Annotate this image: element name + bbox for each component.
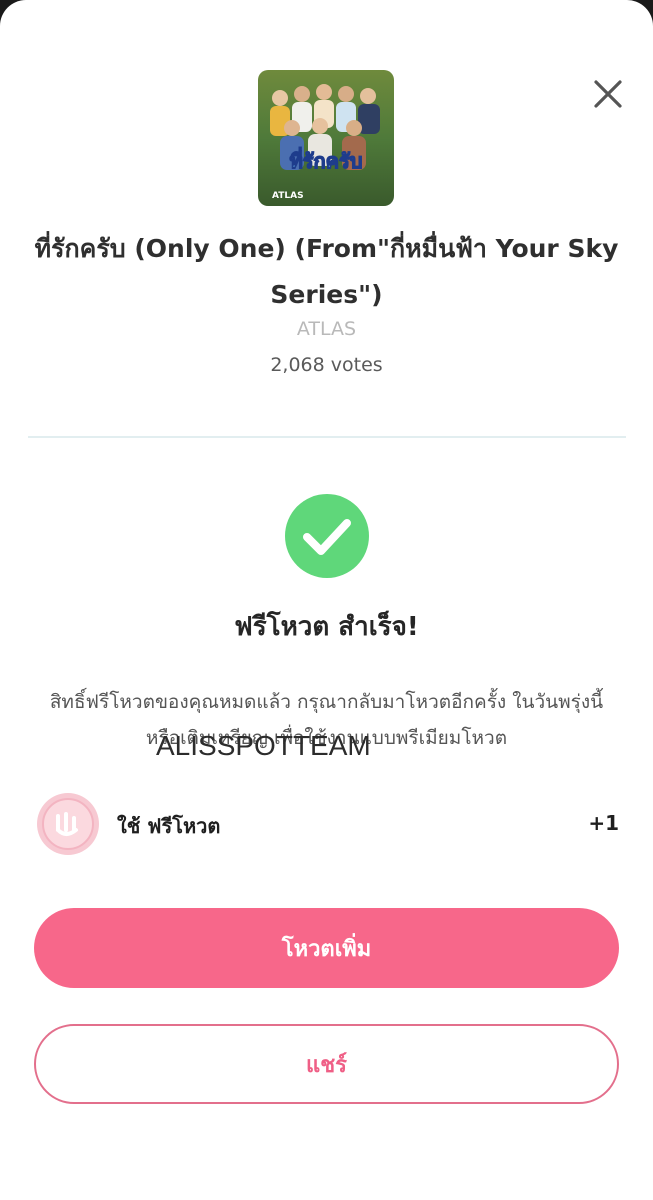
song-title: ที่รักครับ (Only One) (From"กี่หมื่นฟ้า … [34, 234, 619, 309]
artist-name: ATLAS [296, 318, 357, 340]
vote-count: 2,068 votes [270, 354, 383, 376]
check-circle-icon [285, 494, 369, 578]
share-button[interactable]: แชร์ [34, 1024, 619, 1104]
album-art-label: ATLAS [272, 191, 304, 201]
success-title: ฟรีโหวต สำเร็จ! [234, 612, 419, 642]
free-vote-usage-value: +1 [588, 811, 619, 835]
free-vote-coin-icon [36, 792, 100, 856]
album-art: ที่รักครับ ATLAS [258, 70, 394, 206]
free-vote-usage-label: ใช้ ฟรีโหวต [117, 814, 221, 838]
close-icon [594, 80, 622, 108]
album-art-script: ที่รักครับ [290, 146, 363, 173]
watermark-text: ALISSPOTTEAM [156, 730, 371, 761]
close-button[interactable] [586, 72, 630, 116]
divider [28, 436, 626, 438]
vote-result-sheet: ที่รักครับ ATLAS ที่รักครับ (Only One) (… [0, 0, 653, 1200]
vote-more-button[interactable]: โหวตเพิ่ม [34, 908, 619, 988]
